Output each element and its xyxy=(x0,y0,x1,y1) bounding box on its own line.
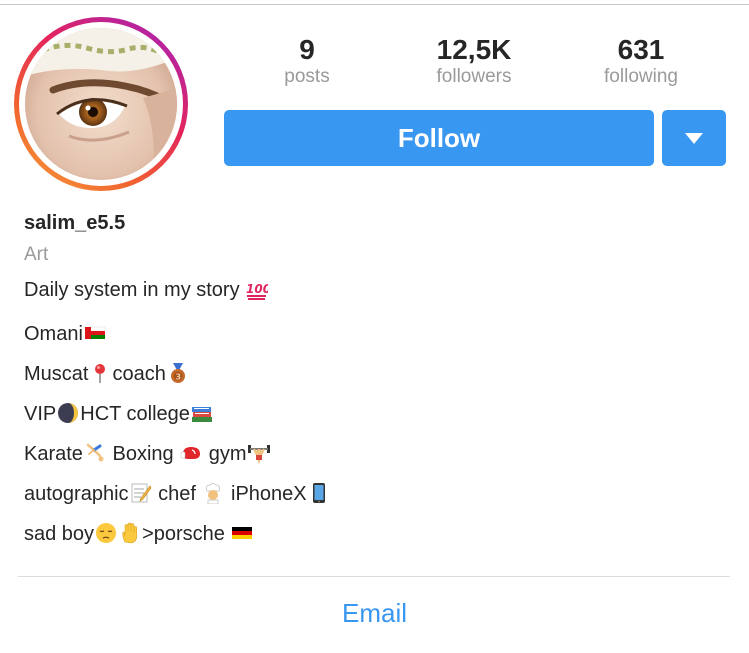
bio-text: Muscat xyxy=(24,363,89,385)
bio-text: VIP xyxy=(24,403,57,425)
follow-button[interactable]: Follow xyxy=(224,110,654,166)
bio-line: sad boy >porsche xyxy=(24,514,724,554)
bio-text: chef xyxy=(152,483,202,505)
email-button[interactable]: Email xyxy=(0,598,749,629)
bio-line: Muscat coach 3 xyxy=(24,354,724,394)
weightlifter-icon xyxy=(247,442,270,464)
pin-icon xyxy=(89,362,111,384)
posts-count: 9 xyxy=(299,34,315,65)
pensive-face-icon xyxy=(95,522,117,544)
chef-icon xyxy=(202,482,224,504)
bronze-medal-icon: 3 xyxy=(167,362,189,384)
posts-label: posts xyxy=(284,66,330,87)
top-divider xyxy=(0,4,749,5)
category-label: Art xyxy=(24,244,49,265)
bio-text: Boxing xyxy=(106,443,180,465)
boxing-glove-icon xyxy=(180,442,202,464)
avatar-frame xyxy=(19,22,183,186)
bio-text: >porsche xyxy=(142,523,231,545)
followers-label: followers xyxy=(436,66,512,87)
bio-line: Omani xyxy=(24,314,724,354)
posts-stat[interactable]: 9 posts xyxy=(232,34,382,88)
bio-text: gym xyxy=(203,443,247,465)
phone-icon xyxy=(308,482,330,504)
bio-text: iPhoneX xyxy=(225,483,307,505)
bio-line: VIP HCT college xyxy=(24,394,724,434)
bio-text: HCT college xyxy=(80,403,190,425)
moon-icon xyxy=(57,402,79,424)
suggestions-dropdown-button[interactable] xyxy=(662,110,726,166)
caret-down-icon xyxy=(685,132,703,144)
bio-line: Karate Boxing gym xyxy=(24,434,724,474)
following-count: 631 xyxy=(617,34,665,65)
books-icon xyxy=(191,402,213,424)
bio-text: autographic xyxy=(24,483,129,505)
avatar[interactable] xyxy=(25,28,177,180)
bio-text: Daily system in my story xyxy=(24,279,246,301)
username: salim_e5.5 xyxy=(24,212,126,234)
bio-text: sad boy xyxy=(24,523,95,545)
bio-section: salim_e5.5 Art Daily system in my story … xyxy=(24,210,724,554)
svg-text:3: 3 xyxy=(175,373,181,382)
bio-line: autographic chef iPhoneX xyxy=(24,474,724,514)
following-label: following xyxy=(604,66,678,87)
gymnast-icon xyxy=(84,442,106,464)
svg-text:100: 100 xyxy=(246,282,268,296)
story-ring[interactable] xyxy=(14,17,188,191)
oman-flag-icon xyxy=(84,322,106,344)
raised-hand-icon xyxy=(119,522,141,544)
following-stat[interactable]: 631 following xyxy=(566,34,716,88)
germany-flag-icon xyxy=(231,522,253,544)
followers-stat[interactable]: 12,5K followers xyxy=(399,34,549,88)
bio-text: coach xyxy=(112,363,166,385)
followers-count: 12,5K xyxy=(436,34,512,65)
bio-text: Omani xyxy=(24,323,83,345)
avatar-image xyxy=(25,28,177,180)
memo-icon xyxy=(130,482,152,504)
bio-line: Daily system in my story 100 xyxy=(24,276,724,314)
hundred-points-icon: 100 xyxy=(246,278,268,300)
bio-text: Karate xyxy=(24,443,83,465)
section-divider xyxy=(18,576,730,577)
